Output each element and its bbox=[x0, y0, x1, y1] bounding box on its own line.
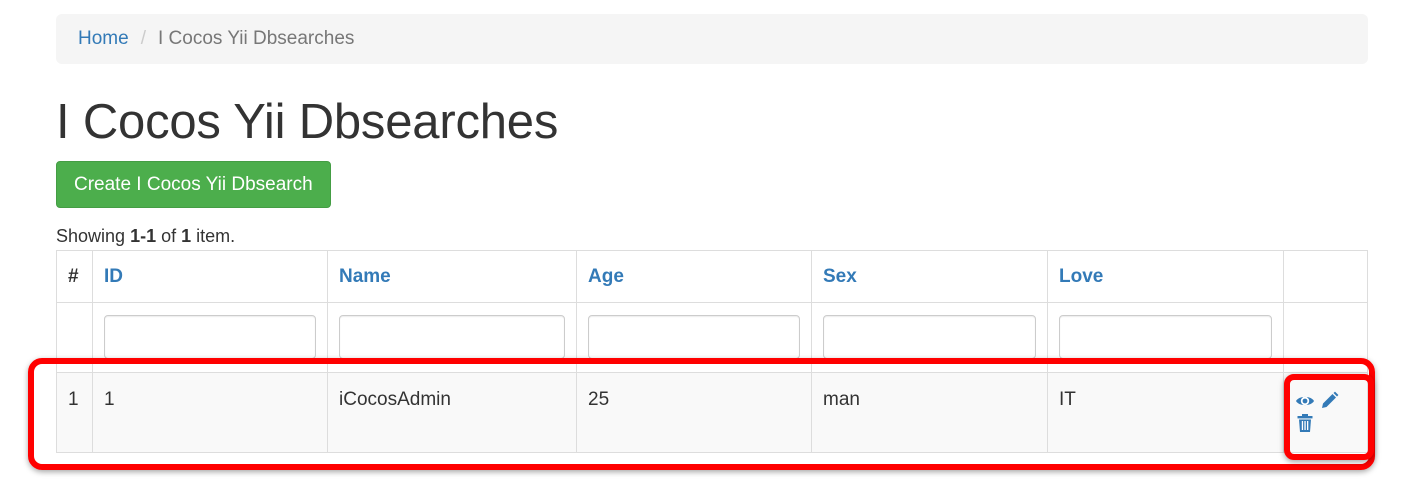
header-row: # ID Name Age Sex Love bbox=[56, 250, 1368, 303]
breadcrumb-current: I Cocos Yii Dbsearches bbox=[157, 28, 355, 49]
data-grid: # ID Name Age Sex Love 1 1 iCocosAdmin 2… bbox=[56, 250, 1368, 453]
filter-cell-actions bbox=[1283, 302, 1368, 373]
trash-icon[interactable] bbox=[1295, 413, 1315, 433]
column-header-name: Name bbox=[327, 250, 577, 303]
breadcrumb-separator: / bbox=[140, 28, 146, 49]
sort-link-name[interactable]: Name bbox=[339, 266, 391, 287]
cell-name: iCocosAdmin bbox=[327, 372, 577, 453]
filter-cell-serial bbox=[56, 302, 93, 373]
sort-link-love[interactable]: Love bbox=[1059, 266, 1103, 287]
filter-row bbox=[56, 302, 1368, 373]
column-header-love: Love bbox=[1047, 250, 1284, 303]
breadcrumb: Home / I Cocos Yii Dbsearches bbox=[56, 14, 1368, 64]
column-header-actions bbox=[1283, 250, 1368, 303]
filter-cell-sex bbox=[811, 302, 1048, 373]
summary-total: 1 bbox=[181, 226, 192, 246]
summary-suffix: item. bbox=[191, 226, 236, 246]
row-actions bbox=[1295, 389, 1347, 433]
cell-actions bbox=[1283, 372, 1368, 453]
cell-sex: man bbox=[811, 372, 1048, 453]
column-header-id: ID bbox=[92, 250, 328, 303]
sort-link-age[interactable]: Age bbox=[588, 266, 624, 287]
grid-summary: Showing 1-1 of 1 item. bbox=[56, 226, 235, 247]
create-button[interactable]: Create I Cocos Yii Dbsearch bbox=[56, 161, 331, 208]
table-row: 1 1 iCocosAdmin 25 man IT bbox=[56, 372, 1368, 453]
filter-input-love[interactable] bbox=[1059, 315, 1272, 359]
eye-icon[interactable] bbox=[1295, 391, 1315, 411]
page-title: I Cocos Yii Dbsearches bbox=[56, 95, 559, 149]
cell-serial: 1 bbox=[56, 372, 93, 453]
page: Home / I Cocos Yii Dbsearches I Cocos Yi… bbox=[0, 0, 1404, 494]
summary-middle: of bbox=[156, 226, 182, 246]
summary-range: 1-1 bbox=[130, 226, 157, 246]
filter-cell-love bbox=[1047, 302, 1284, 373]
filter-input-id[interactable] bbox=[104, 315, 316, 359]
column-header-serial: # bbox=[56, 250, 93, 303]
filter-input-age[interactable] bbox=[588, 315, 800, 359]
pencil-icon[interactable] bbox=[1319, 391, 1339, 411]
summary-prefix: Showing bbox=[56, 226, 131, 246]
filter-input-sex[interactable] bbox=[823, 315, 1036, 359]
column-header-sex: Sex bbox=[811, 250, 1048, 303]
cell-love: IT bbox=[1047, 372, 1284, 453]
sort-link-sex[interactable]: Sex bbox=[823, 266, 857, 287]
cell-id: 1 bbox=[92, 372, 328, 453]
filter-cell-age bbox=[576, 302, 812, 373]
breadcrumb-home-link[interactable]: Home bbox=[78, 28, 129, 50]
filter-cell-id bbox=[92, 302, 328, 373]
cell-age: 25 bbox=[576, 372, 812, 453]
sort-link-id[interactable]: ID bbox=[104, 266, 123, 287]
column-header-age: Age bbox=[576, 250, 812, 303]
filter-cell-name bbox=[327, 302, 577, 373]
filter-input-name[interactable] bbox=[339, 315, 565, 359]
